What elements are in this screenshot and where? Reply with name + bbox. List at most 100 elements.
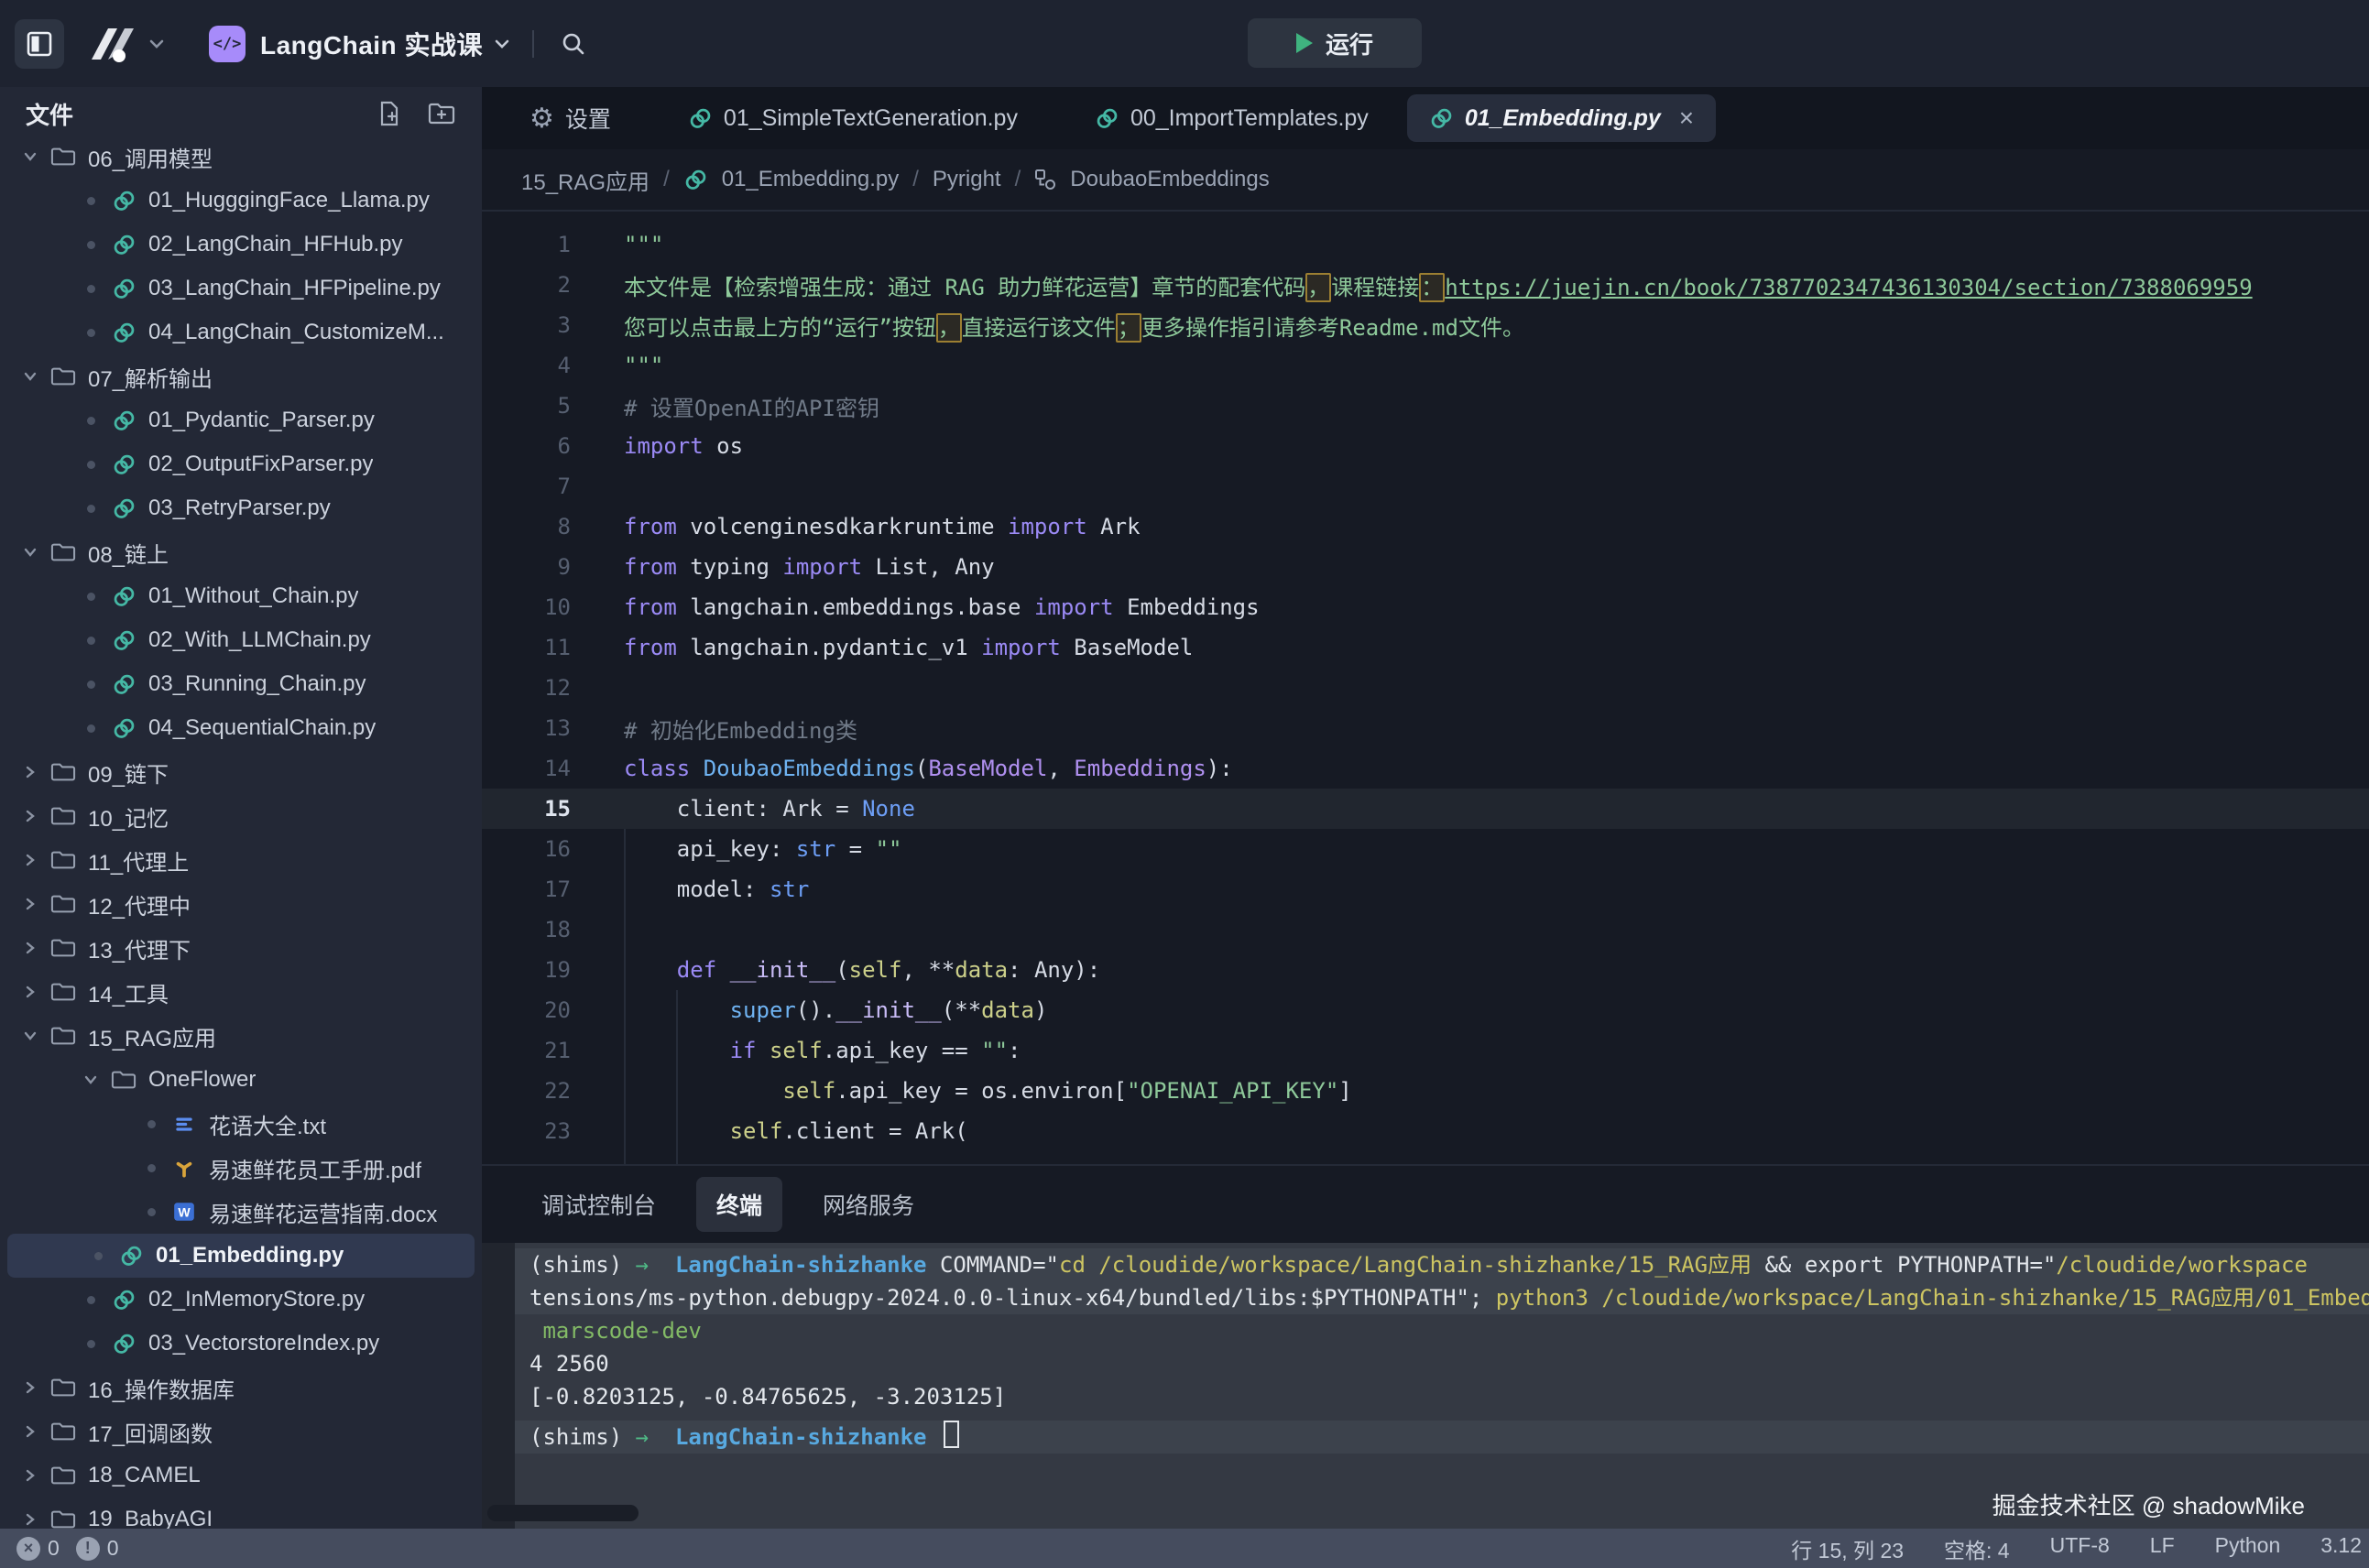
tree-file-row[interactable]: 02_With_LLMChain.py	[0, 618, 482, 662]
encoding[interactable]: UTF-8	[2050, 1533, 2110, 1564]
language-mode[interactable]: Python	[2215, 1533, 2281, 1564]
tree-folder-row[interactable]: OneFlower	[0, 1058, 482, 1102]
tree-folder-row[interactable]: 14_工具	[0, 970, 482, 1014]
tree-item-label: 15_RAG应用	[88, 1020, 216, 1052]
code-line[interactable]: 10from langchain.embeddings.base import …	[482, 587, 2369, 627]
chevron-right-icon	[15, 808, 46, 824]
code-line[interactable]: 20 super().__init__(**data)	[482, 990, 2369, 1030]
new-folder-icon[interactable]	[427, 100, 456, 127]
code-line[interactable]: 8from volcenginesdkarkruntime import Ark	[482, 506, 2369, 547]
tree-file-row[interactable]: 03_LangChain_HFPipeline.py	[0, 267, 482, 310]
code-line[interactable]: 14class DoubaoEmbeddings(BaseModel, Embe…	[482, 748, 2369, 789]
py-file-icon	[106, 277, 141, 301]
tree-file-row[interactable]: 04_SequentialChain.py	[0, 706, 482, 750]
python-version[interactable]: 3.12	[2320, 1533, 2362, 1564]
tree-item-label: 02_LangChain_HFHub.py	[148, 232, 403, 257]
tree-file-row[interactable]: 02_OutputFixParser.py	[0, 442, 482, 486]
code-line[interactable]: 1"""	[482, 224, 2369, 265]
code-line[interactable]: 23 self.client = Ark(	[482, 1111, 2369, 1151]
code-line[interactable]: 4"""	[482, 345, 2369, 386]
code-line-current[interactable]: 15 client: Ark = None	[482, 789, 2369, 829]
tree-folder-row[interactable]: 16_操作数据库	[0, 1366, 482, 1410]
gear-icon: ⚙	[529, 103, 554, 135]
tree-folder-row[interactable]: 07_解析输出	[0, 354, 482, 398]
warnings-count[interactable]: 0	[107, 1536, 119, 1561]
tree-file-row[interactable]: 01_HugggingFace_Llama.py	[0, 179, 482, 223]
errors-icon[interactable]: ×	[16, 1537, 40, 1561]
tree-file-row[interactable]: 03_Running_Chain.py	[0, 662, 482, 706]
tab-debug-console[interactable]: 调试控制台	[521, 1177, 676, 1232]
tab-settings[interactable]: ⚙ 设置	[491, 87, 650, 149]
file-dot-icon	[75, 1296, 106, 1304]
tree-item-label: 01_Without_Chain.py	[148, 583, 358, 609]
tree-file-row[interactable]: 03_RetryParser.py	[0, 486, 482, 530]
tree-file-row[interactable]: 花语大全.txt	[0, 1102, 482, 1146]
breadcrumb-file[interactable]: 01_Embedding.py	[722, 167, 899, 192]
tab-embedding-active[interactable]: 01_Embedding.py ×	[1407, 94, 1716, 142]
tree-folder-row[interactable]: 11_代理上	[0, 838, 482, 882]
breadcrumb-symbol[interactable]: DoubaoEmbeddings	[1070, 167, 1270, 192]
project-chevron-down-icon[interactable]	[492, 34, 512, 54]
tab-import-templates[interactable]: 00_ImportTemplates.py	[1056, 87, 1407, 149]
tree-folder-row[interactable]: 06_调用模型	[0, 135, 482, 179]
tree-item-label: 易速鲜花运营指南.docx	[209, 1196, 437, 1228]
tree-file-row[interactable]: 02_InMemoryStore.py	[0, 1278, 482, 1322]
code-line[interactable]: 18	[482, 909, 2369, 950]
tree-file-row[interactable]: 04_LangChain_CustomizeM...	[0, 310, 482, 354]
code-line[interactable]: 7	[482, 466, 2369, 506]
close-icon[interactable]: ×	[1679, 103, 1694, 133]
tree-folder-row[interactable]: 13_代理下	[0, 926, 482, 970]
run-button[interactable]: 运行	[1248, 18, 1422, 68]
code-line[interactable]: 2本文件是【检索增强生成：通过 RAG 助力鲜花运营】章节的配套代码，课程链接：…	[482, 265, 2369, 305]
tree-folder-row[interactable]: 08_链上	[0, 530, 482, 574]
folder-icon	[46, 804, 81, 828]
tree-folder-row[interactable]: 12_代理中	[0, 882, 482, 926]
tree-folder-row[interactable]: 15_RAG应用	[0, 1014, 482, 1058]
workspace-chevron-down-icon[interactable]	[147, 34, 167, 54]
tree-file-row[interactable]: 易速鲜花员工手册.pdf	[0, 1146, 482, 1190]
tree-file-row[interactable]: 02_LangChain_HFHub.py	[0, 223, 482, 267]
code-editor[interactable]: 1"""2本文件是【检索增强生成：通过 RAG 助力鲜花运营】章节的配套代码，课…	[482, 212, 2369, 1164]
search-icon[interactable]	[560, 30, 587, 58]
code-line[interactable]: 6import os	[482, 426, 2369, 466]
code-line[interactable]: 21 if self.api_key == "":	[482, 1030, 2369, 1071]
errors-count[interactable]: 0	[48, 1536, 60, 1561]
terminal-prompt-line[interactable]: (shims) → LangChain-shizhanke	[515, 1421, 2369, 1454]
code-line[interactable]: 11from langchain.pydantic_v1 import Base…	[482, 627, 2369, 668]
tree-file-row[interactable]: 01_Embedding.py	[7, 1234, 475, 1278]
tab-terminal[interactable]: 终端	[696, 1177, 782, 1232]
tree-folder-row[interactable]: 10_记忆	[0, 794, 482, 838]
code-line[interactable]: 3您可以点击最上方的“运行”按钮，直接运行该文件；更多操作指引请参考Readme…	[482, 305, 2369, 345]
tree-folder-row[interactable]: 09_链下	[0, 750, 482, 794]
tree-folder-row[interactable]: 19_BabyAGI	[0, 1497, 482, 1529]
indentation[interactable]: 空格: 4	[1944, 1533, 2010, 1564]
code-line[interactable]: 16 api_key: str = ""	[482, 829, 2369, 869]
code-line[interactable]: 19 def __init__(self, **data: Any):	[482, 950, 2369, 990]
marscode-logo-icon[interactable]	[84, 23, 137, 65]
tab-simple-text-generation[interactable]: 01_SimpleTextGeneration.py	[650, 87, 1056, 149]
code-line[interactable]: 5# 设置OpenAI的API密钥	[482, 386, 2369, 426]
code-line[interactable]: 12	[482, 668, 2369, 708]
tree-file-row[interactable]: 01_Without_Chain.py	[0, 574, 482, 618]
terminal-view[interactable]: (shims) → LangChain-shizhanke COMMAND="c…	[482, 1243, 2369, 1529]
code-line[interactable]: 9from typing import List, Any	[482, 547, 2369, 587]
eol-type[interactable]: LF	[2150, 1533, 2175, 1564]
breadcrumb-folder[interactable]: 15_RAG应用	[521, 164, 650, 196]
warnings-icon[interactable]: !	[76, 1537, 100, 1561]
code-line[interactable]: 13# 初始化Embedding类	[482, 708, 2369, 748]
code-line[interactable]: 22 self.api_key = os.environ["OPENAI_API…	[482, 1071, 2369, 1111]
tree-file-row[interactable]: 01_Pydantic_Parser.py	[0, 398, 482, 442]
tab-network-service[interactable]: 网络服务	[802, 1177, 934, 1232]
cursor-position[interactable]: 行 15, 列 23	[1791, 1533, 1904, 1564]
code-text: import os	[624, 433, 743, 459]
project-title[interactable]: LangChain 实战课	[260, 26, 483, 62]
tree-file-row[interactable]: 03_VectorstoreIndex.py	[0, 1322, 482, 1366]
new-file-icon[interactable]	[376, 100, 403, 127]
terminal-scrollbar-thumb[interactable]	[487, 1505, 639, 1521]
tree-folder-row[interactable]: 17_回调函数	[0, 1410, 482, 1454]
breadcrumb-pyright[interactable]: Pyright	[933, 167, 1001, 192]
sidebar-toggle-button[interactable]	[15, 19, 64, 69]
code-line[interactable]: 17 model: str	[482, 869, 2369, 909]
tree-folder-row[interactable]: 18_CAMEL	[0, 1454, 482, 1497]
tree-file-row[interactable]: W易速鲜花运营指南.docx	[0, 1190, 482, 1234]
